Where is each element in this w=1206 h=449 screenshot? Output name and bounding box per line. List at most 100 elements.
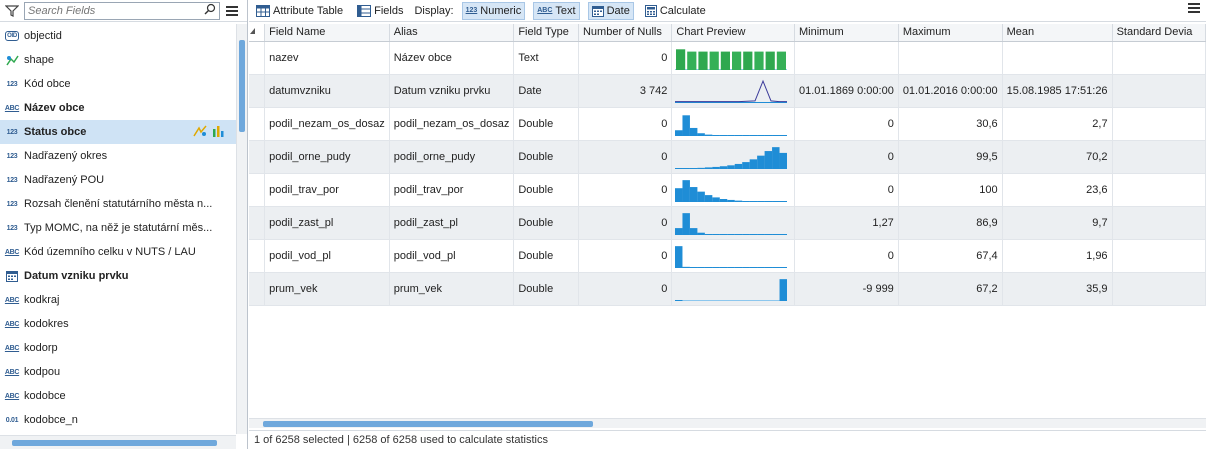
scrollbar-thumb[interactable] xyxy=(263,421,593,427)
table-row[interactable]: podil_zast_pl podil_zast_pl Double 0 1,27 86,… xyxy=(249,206,1206,240)
mean-cell: 9,7 xyxy=(1002,206,1113,240)
date-toggle[interactable]: Date xyxy=(587,1,634,20)
text-toggle[interactable]: ABC Text xyxy=(533,1,580,20)
column-header[interactable]: Standard Devia xyxy=(1112,24,1206,42)
field-list-item[interactable]: 123 Nadřazený POU xyxy=(0,168,236,192)
column-header[interactable]: Field Type xyxy=(513,24,579,42)
field-name-cell[interactable]: podil_zast_pl xyxy=(264,206,390,240)
field-list-item[interactable]: 123 Status obce xyxy=(0,120,236,144)
column-header[interactable]: Number of Nulls xyxy=(578,24,673,42)
row-header[interactable] xyxy=(249,140,266,174)
scrollbar-thumb[interactable] xyxy=(12,440,217,446)
grid-horizontal-scrollbar[interactable] xyxy=(249,418,1206,428)
field-list-item[interactable]: Datum vzniku prvku xyxy=(0,264,236,288)
field-list-item[interactable]: 0.01 kodobce_n xyxy=(0,408,236,432)
chart-preview-cell[interactable] xyxy=(671,107,795,141)
field-type-cell[interactable]: Double xyxy=(513,239,579,273)
field-list-item[interactable]: 123 Kód obce xyxy=(0,72,236,96)
chart-preview-cell[interactable] xyxy=(671,239,795,273)
menu-icon[interactable] xyxy=(223,2,241,20)
field-list-item[interactable]: OID objectid xyxy=(0,24,236,48)
search-input[interactable] xyxy=(28,4,204,17)
field-name-cell[interactable]: datumvzniku xyxy=(264,74,390,108)
row-header[interactable] xyxy=(249,272,266,306)
column-header[interactable]: Minimum xyxy=(794,24,899,42)
chart-preview-cell[interactable] xyxy=(671,140,795,174)
field-list-item[interactable]: 123 Nadřazený okres xyxy=(0,144,236,168)
field-list-horizontal-scrollbar[interactable] xyxy=(0,435,236,449)
field-list-item[interactable]: ABC kodkraj xyxy=(0,288,236,312)
alias-cell[interactable]: podil_orne_pudy xyxy=(389,140,515,174)
field-type-cell[interactable]: Double xyxy=(513,140,579,174)
column-header[interactable]: Alias xyxy=(389,24,515,42)
field-list-item[interactable]: ABC Kód územního celku v NUTS / LAU xyxy=(0,240,236,264)
field-list-item[interactable]: ABC kodokres xyxy=(0,312,236,336)
field-list-item[interactable]: ABC kodobce xyxy=(0,384,236,408)
calculate-button[interactable]: Calculate xyxy=(642,2,709,20)
numeric-type-icon: 0.01 xyxy=(5,416,19,424)
row-header[interactable] xyxy=(249,173,266,207)
scrollbar-thumb[interactable] xyxy=(239,40,245,132)
row-header[interactable] xyxy=(249,239,266,273)
field-type-cell[interactable]: Date xyxy=(513,74,579,108)
field-list-item[interactable]: shape xyxy=(0,48,236,72)
field-list-item[interactable]: ABC kodpou xyxy=(0,360,236,384)
sort-indicator-icon[interactable] xyxy=(249,24,266,42)
alias-cell[interactable]: prum_vek xyxy=(389,272,515,306)
table-row[interactable]: prum_vek prum_vek Double 0 -9 999 67,2 35,9 xyxy=(249,272,1206,306)
alias-cell[interactable]: podil_vod_pl xyxy=(389,239,515,273)
chart-preview-cell[interactable] xyxy=(671,272,795,306)
search-icon[interactable] xyxy=(204,3,216,18)
alias-cell[interactable]: Datum vzniku prvku xyxy=(389,74,515,108)
alias-cell[interactable]: podil_nezam_os_dosaz xyxy=(389,107,515,141)
field-type-cell[interactable]: Double xyxy=(513,107,579,141)
chart-bar xyxy=(712,135,721,136)
chart-icon[interactable] xyxy=(212,125,226,137)
field-list-vertical-scrollbar[interactable] xyxy=(236,24,247,434)
column-header[interactable]: Maximum xyxy=(898,24,1003,42)
field-list-item[interactable]: ABC Název obce xyxy=(0,96,236,120)
field-list-item[interactable]: 123 Rozsah členění statutárního města n..… xyxy=(0,192,236,216)
row-header[interactable] xyxy=(249,206,266,240)
chart-preview-cell[interactable] xyxy=(671,41,795,75)
table-row[interactable]: datumvzniku Datum vzniku prvku Date 3 742 01… xyxy=(249,74,1206,108)
row-header[interactable] xyxy=(249,74,266,108)
attribute-table-button[interactable]: Attribute Table xyxy=(253,2,346,20)
field-name-cell[interactable]: podil_trav_por xyxy=(264,173,390,207)
table-row[interactable]: podil_nezam_os_dosaz podil_nezam_os_dosaz… xyxy=(249,107,1206,141)
column-header[interactable]: Mean xyxy=(1002,24,1113,42)
fields-button[interactable]: Fields xyxy=(354,2,406,20)
statistics-icon[interactable] xyxy=(193,125,207,137)
row-header[interactable] xyxy=(249,107,266,141)
table-row[interactable]: podil_vod_pl podil_vod_pl Double 0 0 67,4 1,96 xyxy=(249,239,1206,273)
field-type-cell[interactable]: Double xyxy=(513,206,579,240)
chart-bar xyxy=(682,180,691,202)
filter-icon[interactable] xyxy=(3,2,21,20)
chart-preview-cell[interactable] xyxy=(671,74,795,108)
field-name-cell[interactable]: podil_vod_pl xyxy=(264,239,390,273)
alias-cell[interactable]: podil_zast_pl xyxy=(389,206,515,240)
search-box[interactable] xyxy=(24,1,220,20)
field-type-cell[interactable]: Double xyxy=(513,272,579,306)
alias-cell[interactable]: Název obce xyxy=(389,41,515,75)
field-name-cell[interactable]: nazev xyxy=(264,41,390,75)
alias-cell[interactable]: podil_trav_por xyxy=(389,173,515,207)
field-name-cell[interactable]: prum_vek xyxy=(264,272,390,306)
chart-preview-cell[interactable] xyxy=(671,173,795,207)
table-row[interactable]: podil_orne_pudy podil_orne_pudy Double 0 0 99… xyxy=(249,140,1206,174)
field-list-item[interactable]: 123 Typ MOMC, na něž je statutární měs... xyxy=(0,216,236,240)
column-header[interactable]: Field Name xyxy=(264,24,390,42)
field-type-cell[interactable]: Double xyxy=(513,173,579,207)
field-name-cell[interactable]: podil_nezam_os_dosaz xyxy=(264,107,390,141)
column-header[interactable]: Chart Preview xyxy=(671,24,795,42)
field-type-cell[interactable]: Text xyxy=(513,41,579,75)
menu-icon[interactable] xyxy=(1188,3,1200,16)
field-list-item[interactable]: ABC kodorp xyxy=(0,336,236,360)
row-header[interactable] xyxy=(249,41,266,75)
field-name-cell[interactable]: podil_orne_pudy xyxy=(264,140,390,174)
chart-preview-cell[interactable] xyxy=(671,206,795,240)
numeric-toggle[interactable]: 123 Numeric xyxy=(461,1,526,20)
table-row[interactable]: podil_trav_por podil_trav_por Double 0 0 100 2… xyxy=(249,173,1206,207)
field-list-item-label: kodobce_n xyxy=(24,414,78,426)
table-row[interactable]: nazev Název obce Text 0 xyxy=(249,41,1206,75)
